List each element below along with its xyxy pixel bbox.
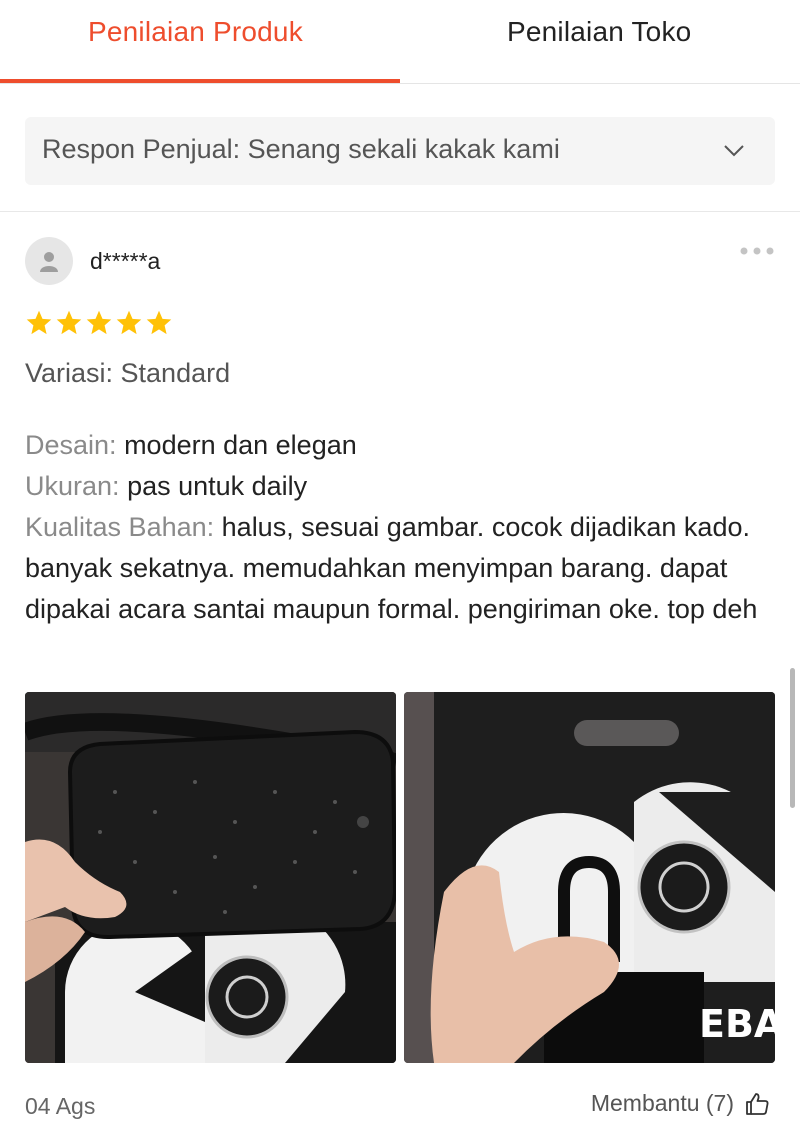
seller-response-box[interactable]: Respon Penjual: Senang sekali kakak kami [25,117,775,185]
review-body: Desain: modern dan elegan Ukuran: pas un… [25,425,775,630]
review-tabs: Penilaian Produk Penilaian Toko [0,0,800,84]
seller-response-text: Respon Penjual: Senang sekali kakak kami [42,134,560,165]
helpful-button[interactable]: Membantu (7) [591,1090,770,1117]
review-quality-line: Kualitas Bahan: halus, sesuai gambar. co… [25,507,775,630]
tote-print-text: EBA [699,1002,775,1046]
star-icon [116,310,142,335]
helpful-label: Membantu (7) [590,1090,734,1116]
scrollbar[interactable] [790,668,795,808]
star-icon [56,310,82,335]
thumbs-up-icon [746,1092,769,1115]
star-icon [26,310,52,335]
size-label: Ukuran: [25,471,120,501]
chevron-down-icon[interactable] [723,139,745,161]
product-variant: Variasi: Standard [25,358,231,388]
review-date: 04 Ags [25,1093,96,1119]
review-photo-2[interactable]: EBA [404,692,775,1063]
user-avatar-icon [40,252,58,272]
star-icon [86,310,112,335]
review-photo-1[interactable] [25,692,396,1063]
quality-label: Kualitas Bahan: [25,512,215,542]
tab-shop-rating[interactable]: Penilaian Toko [507,16,691,48]
avatar[interactable] [25,237,73,285]
review-design-line: Desain: modern dan elegan [25,425,775,466]
seller-response-label: Respon Penjual: [42,134,241,164]
reviewer-username: d*****a [90,248,161,274]
tabs-divider [0,83,800,84]
seller-response-value: Senang sekali kakak kami [247,134,560,164]
review-size-line: Ukuran: pas untuk daily [25,466,775,507]
more-dots-icon[interactable] [739,243,775,259]
size-value: pas untuk daily [127,471,308,501]
section-divider [0,211,800,212]
rating-stars [25,309,173,337]
design-label: Desain: [25,430,117,460]
tab-product-rating[interactable]: Penilaian Produk [88,16,303,48]
star-icon [146,310,172,335]
design-value: modern dan elegan [124,430,357,460]
